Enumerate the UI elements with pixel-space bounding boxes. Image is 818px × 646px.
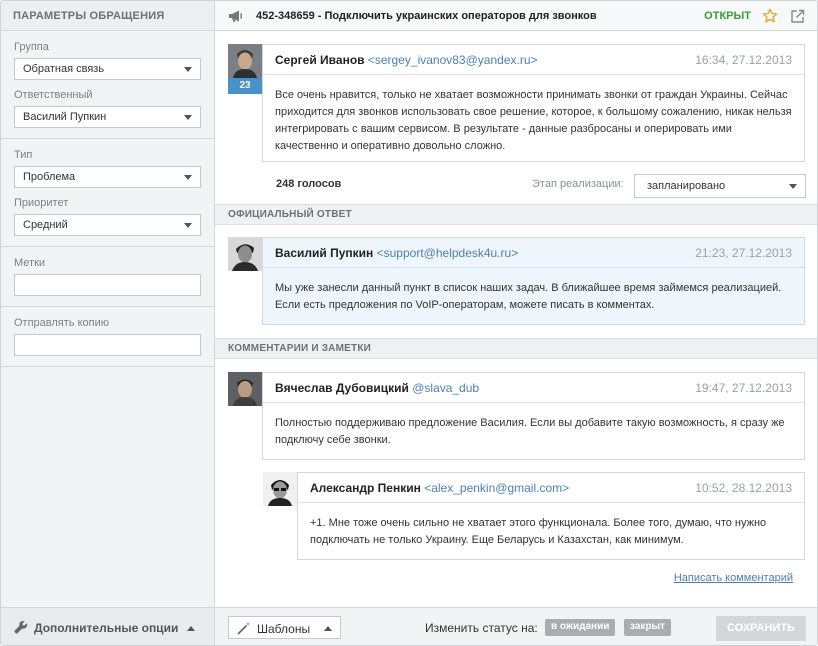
chevron-down-icon <box>184 67 192 72</box>
stage-select-value: запланировано <box>647 180 726 192</box>
author-email[interactable]: @slava_dub <box>412 381 479 395</box>
type-select[interactable]: Проблема <box>14 166 201 188</box>
type-select-value: Проблема <box>23 171 76 183</box>
save-button[interactable]: СОХРАНИТЬ <box>716 616 806 641</box>
message-timestamp: 19:47, 27.12.2013 <box>695 381 792 395</box>
cc-input[interactable] <box>14 334 201 356</box>
cc-label: Отправлять копию <box>14 317 109 329</box>
sidebar-section-classification: Тип Проблема Приоритет Средний <box>1 139 214 247</box>
author-name: Вячеслав Дубовицкий <box>275 381 409 395</box>
ticket-window: ПАРАМЕТРЫ ОБРАЩЕНИЯ Группа Обратная связ… <box>0 0 818 646</box>
message-timestamp: 10:52, 28.12.2013 <box>695 481 792 495</box>
votes-total: 248 голосов <box>276 178 342 190</box>
user-portrait-icon <box>228 237 262 271</box>
comment-card: Вячеслав Дубовицкий @slava_dub 19:47, 27… <box>262 372 805 460</box>
official-answer-card: Василий Пупкин <support@helpdesk4u.ru> 2… <box>262 237 805 325</box>
votes-row: 248 голосов Этап реализации: запланирова… <box>276 174 808 198</box>
additional-options-button[interactable]: Дополнительные опции <box>1 607 214 645</box>
status-option-pending[interactable]: в ожидании <box>545 619 616 636</box>
author-email[interactable]: <alex_penkin@gmail.com> <box>424 481 569 495</box>
message-body: Мы уже занесли данный пункт в список наш… <box>275 282 782 311</box>
message-body: Полностью поддерживаю предложение Васили… <box>275 417 785 446</box>
ticket-title: 452-348659 - Подключить украинских опера… <box>256 10 597 22</box>
ticket-conversation: 23 Сергей Иванов <sergey_ivanov83@yandex… <box>215 32 817 606</box>
avatar[interactable] <box>263 472 297 506</box>
avatar[interactable] <box>228 44 262 78</box>
chevron-up-icon <box>187 626 196 631</box>
ticket-action-bar: Шаблоны Изменить статус на: в ожидании з… <box>215 607 817 645</box>
additional-options-label: Дополнительные опции <box>34 621 179 635</box>
group-label: Группа <box>14 41 49 53</box>
templates-button[interactable]: Шаблоны <box>228 616 341 639</box>
tags-input[interactable] <box>14 274 201 296</box>
stage-select[interactable]: запланировано <box>634 174 806 198</box>
type-label: Тип <box>14 149 33 161</box>
message-body: Все очень нравится, только не хватает во… <box>275 89 792 152</box>
comment-reply-card: Александр Пенкин <alex_penkin@gmail.com>… <box>297 472 805 560</box>
card-header: Вячеслав Дубовицкий @slava_dub 19:47, 27… <box>263 373 804 403</box>
chevron-down-icon <box>184 115 192 120</box>
message-timestamp: 16:34, 27.12.2013 <box>695 53 792 67</box>
assignee-label: Ответственный <box>14 89 93 101</box>
card-header: Василий Пупкин <support@helpdesk4u.ru> 2… <box>263 238 804 268</box>
change-status-label: Изменить статус на: <box>425 621 538 635</box>
tags-label: Метки <box>14 257 46 269</box>
official-answer-section-title: ОФИЦИАЛЬНЫЙ ОТВЕТ <box>215 204 817 225</box>
external-link-icon[interactable] <box>790 9 805 24</box>
chevron-down-icon <box>789 184 797 189</box>
ticket-topbar: 452-348659 - Подключить украинских опера… <box>215 1 817 31</box>
sidebar-section-assignment: Группа Обратная связь Ответственный Васи… <box>1 31 214 139</box>
assignee-select[interactable]: Василий Пупкин <box>14 106 201 128</box>
user-portrait-icon <box>263 472 297 506</box>
priority-select-value: Средний <box>23 219 68 231</box>
avatar[interactable] <box>228 372 262 406</box>
write-comment-link[interactable]: Написать комментарий <box>674 572 793 584</box>
author-email[interactable]: <support@helpdesk4u.ru> <box>377 246 519 260</box>
stage-label: Этап реализации: <box>532 178 624 190</box>
status-option-closed[interactable]: закрыт <box>624 619 671 636</box>
star-icon[interactable] <box>762 8 778 24</box>
author-email[interactable]: <sergey_ivanov83@yandex.ru> <box>368 53 538 67</box>
megaphone-icon <box>229 10 243 22</box>
ticket-status-badge[interactable]: ОТКРЫТ <box>704 10 751 22</box>
group-select[interactable]: Обратная связь <box>14 58 201 80</box>
assignee-select-value: Василий Пупкин <box>23 111 107 123</box>
templates-label: Шаблоны <box>257 622 311 636</box>
wrench-icon <box>14 620 28 634</box>
chevron-up-icon <box>324 626 332 631</box>
ticket-parameters-sidebar: ПАРАМЕТРЫ ОБРАЩЕНИЯ Группа Обратная связ… <box>1 1 215 645</box>
card-header: Александр Пенкин <alex_penkin@gmail.com>… <box>298 473 804 503</box>
user-portrait-icon <box>228 372 262 406</box>
priority-label: Приоритет <box>14 197 69 209</box>
author-name: Василий Пупкин <box>275 246 374 260</box>
author-name: Сергей Иванов <box>275 53 365 67</box>
group-select-value: Обратная связь <box>23 63 105 75</box>
sidebar-section-cc: Отправлять копию <box>1 307 214 367</box>
ticket-request-card: Сергей Иванов <sergey_ivanov83@yandex.ru… <box>262 44 805 162</box>
sidebar-section-tags: Метки <box>1 247 214 307</box>
priority-select[interactable]: Средний <box>14 214 201 236</box>
magic-wand-icon <box>237 622 250 635</box>
author-name: Александр Пенкин <box>310 481 421 495</box>
message-timestamp: 21:23, 27.12.2013 <box>695 246 792 260</box>
sidebar-header: ПАРАМЕТРЫ ОБРАЩЕНИЯ <box>1 1 214 31</box>
avatar[interactable] <box>228 237 262 271</box>
ticket-main: 452-348659 - Подключить украинских опера… <box>215 1 817 645</box>
chevron-down-icon <box>184 223 192 228</box>
vote-count-badge[interactable]: 23 <box>228 78 262 94</box>
card-header: Сергей Иванов <sergey_ivanov83@yandex.ru… <box>263 45 804 75</box>
message-body: +1. Мне тоже очень сильно не хватает это… <box>310 517 767 546</box>
chevron-down-icon <box>184 175 192 180</box>
user-portrait-icon <box>228 44 262 78</box>
comments-section-title: КОММЕНТАРИИ И ЗАМЕТКИ <box>215 338 817 359</box>
